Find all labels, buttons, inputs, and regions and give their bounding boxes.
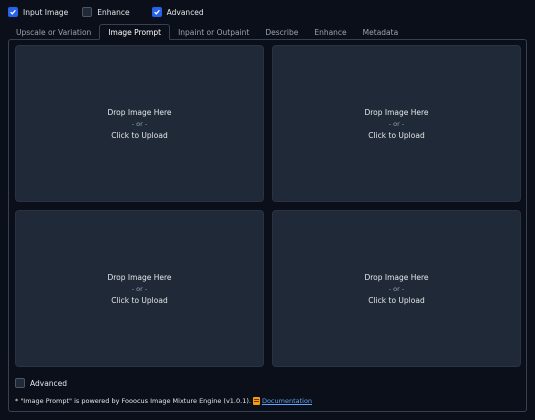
enhance-label: Enhance	[97, 7, 130, 17]
dropzone-title: Drop Image Here	[107, 107, 172, 117]
dropzone-separator: - or -	[131, 119, 148, 128]
check-icon	[153, 9, 160, 15]
image-prompt-panel: Drop Image Here - or - Click to Upload D…	[8, 39, 527, 412]
document-icon	[252, 397, 260, 405]
dropzone-separator: - or -	[388, 119, 405, 128]
image-dropzone-3[interactable]: Drop Image Here - or - Click to Upload	[15, 210, 264, 367]
image-dropzone-4[interactable]: Drop Image Here - or - Click to Upload	[272, 210, 521, 367]
input-image-label: Input Image	[23, 7, 69, 17]
dropzone-title: Drop Image Here	[364, 107, 429, 117]
footnote: * "Image Prompt" is powered by Fooocus I…	[15, 397, 312, 405]
image-dropzone-1[interactable]: Drop Image Here - or - Click to Upload	[15, 45, 264, 202]
dropzone-upload-action[interactable]: Click to Upload	[368, 131, 424, 140]
dropzone-upload-action[interactable]: Click to Upload	[368, 296, 424, 305]
top-options-row: Input Image Enhance Advanced	[8, 5, 218, 19]
check-icon	[10, 9, 16, 15]
advanced-label: Advanced	[30, 378, 68, 388]
documentation-link[interactable]: Documentation	[262, 397, 312, 405]
tab-enhance[interactable]: Enhance	[306, 24, 354, 40]
tab-inpaint-or-outpaint[interactable]: Inpaint or Outpaint	[170, 24, 257, 40]
advanced-option[interactable]: Advanced	[15, 378, 67, 388]
tab-image-prompt[interactable]: Image Prompt	[99, 24, 171, 40]
advanced-top-checkbox[interactable]	[151, 7, 162, 17]
dropzone-upload-action[interactable]: Click to Upload	[111, 131, 167, 140]
image-dropzone-2[interactable]: Drop Image Here - or - Click to Upload	[272, 45, 521, 202]
tab-describe[interactable]: Describe	[257, 24, 306, 40]
advanced-top-option[interactable]: Advanced	[151, 7, 204, 17]
dropzone-separator: - or -	[388, 284, 405, 293]
enhance-option[interactable]: Enhance	[82, 7, 130, 17]
advanced-checkbox[interactable]	[15, 378, 25, 388]
dropzone-title: Drop Image Here	[107, 272, 172, 282]
enhance-checkbox[interactable]	[82, 7, 93, 17]
input-image-checkbox[interactable]	[8, 7, 18, 17]
input-image-option[interactable]: Input Image	[8, 7, 68, 17]
dropzone-upload-action[interactable]: Click to Upload	[111, 296, 167, 305]
tab-bar: Upscale or Variation Image Prompt Inpain…	[8, 24, 527, 40]
dropzone-title: Drop Image Here	[364, 272, 429, 282]
footnote-text: * "Image Prompt" is powered by Fooocus I…	[15, 397, 251, 405]
tab-upscale-or-variation[interactable]: Upscale or Variation	[8, 24, 99, 40]
tab-metadata[interactable]: Metadata	[355, 24, 407, 40]
dropzone-separator: - or -	[131, 284, 148, 293]
advanced-top-label: Advanced	[166, 7, 204, 17]
